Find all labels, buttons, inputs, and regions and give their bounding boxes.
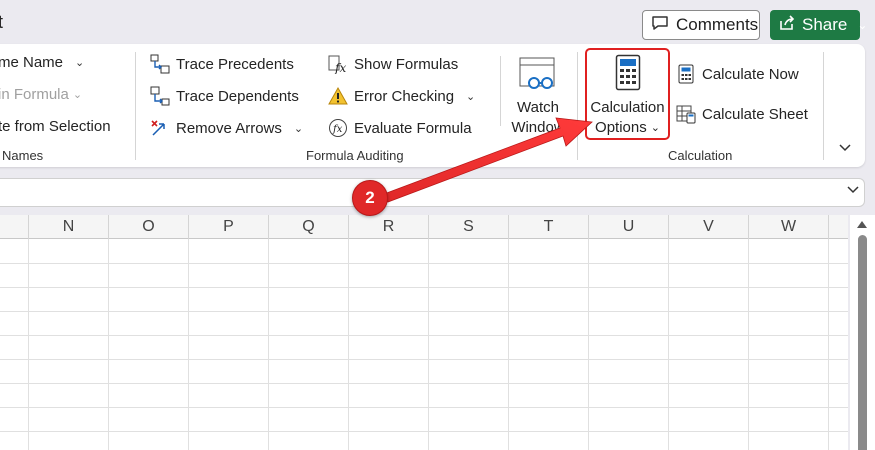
annotation-arrow	[383, 117, 593, 203]
step-number-badge: 2	[352, 180, 388, 216]
